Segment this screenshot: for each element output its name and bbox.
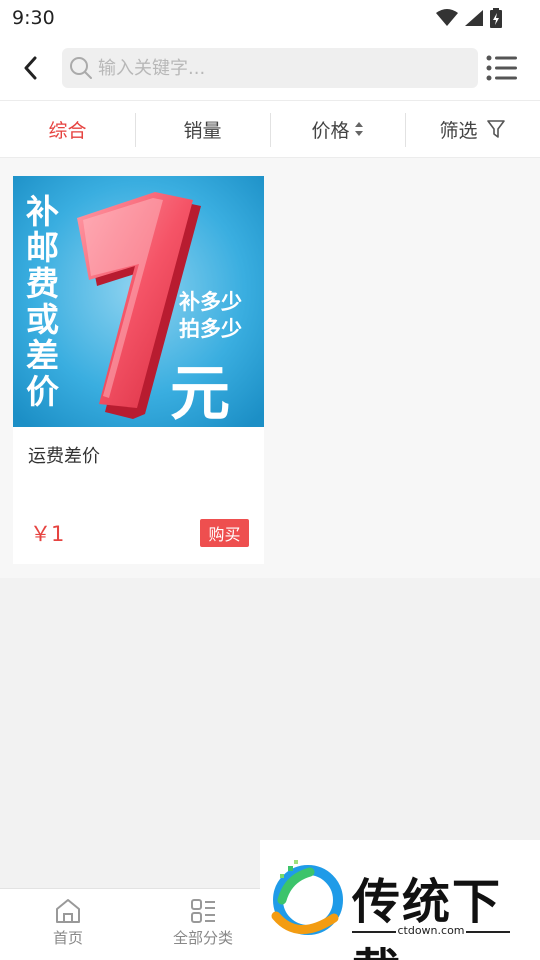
status-bar: 9:30 — [0, 0, 540, 36]
watermark-logo-icon — [271, 860, 343, 935]
home-icon — [56, 899, 80, 923]
search-input[interactable] — [98, 57, 458, 79]
battery-icon — [490, 8, 502, 28]
wifi-icon — [436, 9, 458, 26]
tab-label: 综合 — [48, 119, 87, 142]
search-icon — [68, 55, 94, 81]
nav-item-home[interactable]: 首页 — [18, 897, 118, 948]
watermark-title: 传统下载 — [352, 874, 503, 960]
chevron-left-icon — [24, 56, 37, 80]
image-unit-text: 元 — [170, 359, 230, 427]
sort-arrows-icon — [354, 121, 364, 137]
list-icon — [486, 55, 517, 81]
search-header — [0, 36, 540, 100]
tab-label: 销量 — [183, 119, 222, 142]
nav-item-categories[interactable]: 全部分类 — [153, 897, 253, 948]
buy-button[interactable]: 购买 — [200, 519, 249, 547]
search-box[interactable] — [62, 48, 478, 88]
back-button[interactable] — [14, 52, 46, 84]
category-icon — [191, 899, 215, 923]
image-right-text-1: 补多少 — [178, 290, 242, 314]
image-right-text-2: 拍多少 — [179, 317, 242, 341]
product-title: 运费差价 — [28, 446, 100, 467]
tab-sales[interactable]: 销量 — [135, 101, 270, 157]
product-image[interactable]: 1 补邮费或差价 补多少 拍多少 元 — [13, 176, 264, 427]
status-time: 9:30 — [12, 7, 55, 29]
watermark-logo: 传统下载 ctdown.com — [260, 840, 540, 960]
tab-price[interactable]: 价格 — [270, 101, 405, 157]
tab-label: 价格 — [311, 119, 350, 142]
product-card[interactable]: 1 补邮费或差价 补多少 拍多少 元 运费差价 ￥1 购买 — [13, 176, 264, 564]
watermark-divider — [466, 931, 510, 933]
product-grid: 1 补邮费或差价 补多少 拍多少 元 运费差价 ￥1 购买 — [0, 158, 540, 578]
nav-label: 全部分类 — [172, 929, 233, 947]
filter-icon — [486, 119, 506, 139]
product-price: ￥1 — [30, 522, 65, 546]
tab-label: 筛选 — [439, 119, 478, 142]
image-left-text: 补邮费或差价 — [21, 194, 60, 410]
tab-filter[interactable]: 筛选 — [405, 101, 540, 157]
nav-label: 首页 — [52, 929, 83, 947]
signal-icon — [465, 10, 483, 26]
sort-bar: 综合 销量 价格 筛选 — [0, 100, 540, 158]
list-menu-button[interactable] — [486, 54, 518, 82]
tab-comprehensive[interactable]: 综合 — [0, 101, 135, 157]
status-icons — [436, 8, 502, 28]
